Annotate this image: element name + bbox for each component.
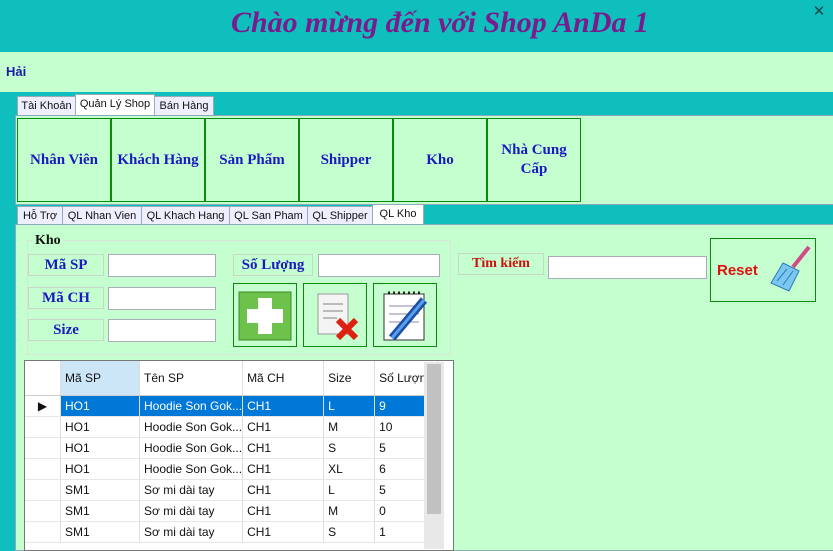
add-icon xyxy=(238,291,292,341)
size-input[interactable] xyxy=(108,319,216,342)
table-row[interactable]: SM1 Sơ mi dài tay CH1 L 5 xyxy=(25,479,439,501)
inventory-grid[interactable]: Mã SP Tên SP Mã CH Size Số Lượng ▶ HO1 H… xyxy=(24,360,454,551)
row-header[interactable] xyxy=(25,437,61,459)
row-header[interactable] xyxy=(25,500,61,522)
cell-ten-sp[interactable]: Hoodie Son Gok... xyxy=(139,458,244,480)
column-header-size[interactable]: Size xyxy=(323,361,376,396)
size-label: Size xyxy=(28,319,104,341)
user-bar: Hải xyxy=(0,52,833,92)
edit-button[interactable] xyxy=(373,283,437,347)
cell-size[interactable]: M xyxy=(323,500,376,522)
table-row[interactable]: SM1 Sơ mi dài tay CH1 S 1 xyxy=(25,521,439,543)
kho-button[interactable]: Kho xyxy=(393,118,487,202)
cell-ten-sp[interactable]: Sơ mi dài tay xyxy=(139,500,244,522)
delete-button[interactable] xyxy=(303,283,367,347)
so-luong-input[interactable] xyxy=(318,254,440,277)
cell-ma-ch[interactable]: CH1 xyxy=(242,521,325,543)
edit-icon xyxy=(383,291,428,341)
user-name: Hải xyxy=(6,64,27,79)
san-pham-button[interactable]: Sản Phẩm xyxy=(205,118,299,202)
kho-group-title: Kho xyxy=(33,233,63,249)
table-row[interactable]: HO1 Hoodie Son Gok... CH1 XL 6 xyxy=(25,458,439,480)
cell-ma-ch[interactable]: CH1 xyxy=(242,395,325,417)
row-header[interactable] xyxy=(25,521,61,543)
so-luong-label: Số Lượng xyxy=(233,254,313,276)
cell-ten-sp[interactable]: Sơ mi dài tay xyxy=(139,479,244,501)
tab-ql-shipper[interactable]: QL Shipper xyxy=(307,206,373,225)
broom-icon xyxy=(770,245,811,292)
column-header-ma-ch[interactable]: Mã CH xyxy=(242,361,325,396)
title-bar: Chào mừng đến với Shop AnDa 1 ✕ xyxy=(0,0,833,52)
cell-size[interactable]: L xyxy=(323,395,376,417)
cell-ma-sp[interactable]: SM1 xyxy=(60,479,140,501)
cell-ma-sp[interactable]: SM1 xyxy=(60,521,140,543)
close-icon[interactable]: ✕ xyxy=(811,4,827,20)
cell-size[interactable]: XL xyxy=(323,458,376,480)
row-header[interactable] xyxy=(25,479,61,501)
khach-hang-button[interactable]: Khách Hàng xyxy=(111,118,205,202)
reset-button-label: Reset xyxy=(717,262,758,279)
tab-ql-san-pham[interactable]: QL San Pham xyxy=(229,206,308,225)
cell-size[interactable]: S xyxy=(323,521,376,543)
row-pointer-icon: ▶ xyxy=(25,395,61,417)
add-button[interactable] xyxy=(233,283,297,347)
cell-size[interactable]: L xyxy=(323,479,376,501)
reset-button[interactable]: Reset xyxy=(710,238,816,302)
tab-ho-tro[interactable]: Hỗ Trợ xyxy=(17,206,63,225)
tab-ql-nhan-vien[interactable]: QL Nhan Vien xyxy=(62,206,142,225)
grid-vertical-scrollbar[interactable] xyxy=(424,362,444,549)
ma-ch-input[interactable] xyxy=(108,287,216,310)
row-header[interactable] xyxy=(25,416,61,438)
row-header[interactable] xyxy=(25,458,61,480)
nha-cung-cap-button[interactable]: Nhà Cung Cấp xyxy=(487,118,581,202)
cell-ten-sp[interactable]: Hoodie Son Gok... xyxy=(139,437,244,459)
cell-ma-sp[interactable]: SM1 xyxy=(60,500,140,522)
cell-ma-ch[interactable]: CH1 xyxy=(242,479,325,501)
window-title: Chào mừng đến với Shop AnDa 1 xyxy=(230,6,650,39)
cell-ma-sp[interactable]: HO1 xyxy=(60,416,140,438)
cell-ten-sp[interactable]: Sơ mi dài tay xyxy=(139,521,244,543)
column-header-ma-sp[interactable]: Mã SP xyxy=(60,361,140,396)
row-header-corner xyxy=(25,361,61,396)
scrollbar-thumb[interactable] xyxy=(427,364,441,514)
ma-ch-label: Mã CH xyxy=(28,287,104,309)
table-row[interactable]: ▶ HO1 Hoodie Son Gok... CH1 L 9 xyxy=(25,395,439,417)
search-label: Tìm kiếm xyxy=(458,253,544,275)
tab-ban-hang[interactable]: Bán Hàng xyxy=(154,96,214,115)
shipper-button[interactable]: Shipper xyxy=(299,118,393,202)
tab-ql-kho[interactable]: QL Kho xyxy=(372,204,424,225)
tab-ql-khach-hang[interactable]: QL Khach Hang xyxy=(141,206,230,225)
cell-ma-sp[interactable]: HO1 xyxy=(60,458,140,480)
tab-tai-khoan[interactable]: Tài Khoản xyxy=(17,96,76,115)
delete-icon xyxy=(317,293,359,341)
cell-ma-ch[interactable]: CH1 xyxy=(242,437,325,459)
cell-ma-sp[interactable]: HO1 xyxy=(60,437,140,459)
column-header-ten-sp[interactable]: Tên SP xyxy=(139,361,244,396)
cell-ten-sp[interactable]: Hoodie Son Gok... xyxy=(139,395,244,417)
table-row[interactable]: HO1 Hoodie Son Gok... CH1 S 5 xyxy=(25,437,439,459)
cell-size[interactable]: M xyxy=(323,416,376,438)
cell-ma-ch[interactable]: CH1 xyxy=(242,416,325,438)
table-row[interactable]: SM1 Sơ mi dài tay CH1 M 0 xyxy=(25,500,439,522)
cell-size[interactable]: S xyxy=(323,437,376,459)
cell-ma-sp[interactable]: HO1 xyxy=(60,395,140,417)
grid-header-row: Mã SP Tên SP Mã CH Size Số Lượng xyxy=(25,361,439,396)
cell-ma-ch[interactable]: CH1 xyxy=(242,500,325,522)
ma-sp-input[interactable] xyxy=(108,254,216,277)
cell-ma-ch[interactable]: CH1 xyxy=(242,458,325,480)
search-input[interactable] xyxy=(548,256,707,279)
nhan-vien-button[interactable]: Nhân Viên xyxy=(17,118,111,202)
manage-shop-page: Nhân Viên Khách Hàng Sản Phẩm Shipper Kh… xyxy=(15,115,833,205)
ma-sp-label: Mã SP xyxy=(28,254,104,276)
tab-quan-ly-shop[interactable]: Quản Lý Shop xyxy=(75,94,155,115)
table-row[interactable]: HO1 Hoodie Son Gok... CH1 M 10 xyxy=(25,416,439,438)
cell-ten-sp[interactable]: Hoodie Son Gok... xyxy=(139,416,244,438)
